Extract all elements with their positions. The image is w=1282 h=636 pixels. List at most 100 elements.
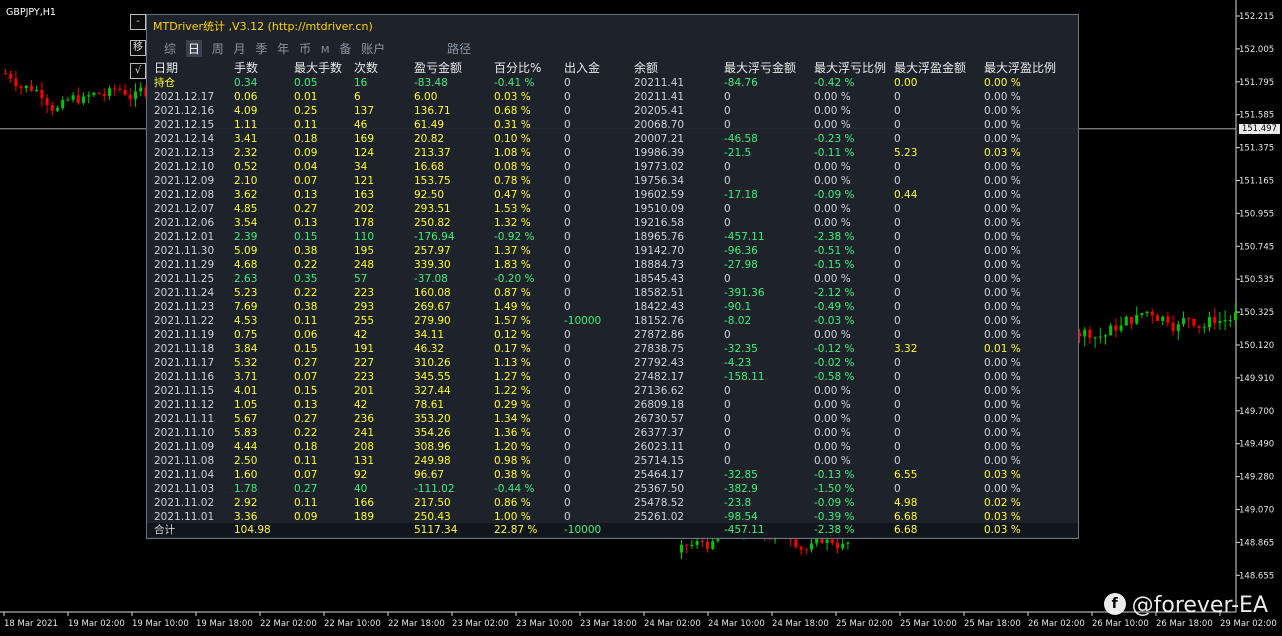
table-cell: 241	[354, 427, 375, 439]
minimize-button[interactable]: -	[130, 14, 146, 30]
time-tick-label: 25 Mar 18:00	[964, 619, 1021, 629]
table-cell: 0	[564, 245, 571, 257]
candle-body	[56, 108, 59, 111]
table-cell: 2.92	[234, 497, 258, 509]
column-header[interactable]: 最大手数	[294, 61, 342, 76]
column-header[interactable]: 日期	[154, 61, 178, 76]
table-cell: 2021.11.08	[154, 455, 215, 467]
time-tick-label: 22 Mar 02:00	[260, 619, 317, 629]
table-cell: 3.71	[234, 371, 258, 383]
column-header[interactable]: 盈亏金额	[414, 61, 462, 76]
table-cell: 1.22 %	[494, 385, 531, 397]
table-cell: 2021.12.15	[154, 119, 215, 131]
table-cell: 0	[724, 203, 731, 215]
table-cell: 0	[894, 245, 901, 257]
candle-body	[128, 94, 132, 100]
tab-quarter[interactable]: 季	[255, 40, 267, 57]
table-cell: 25367.50	[634, 483, 685, 495]
tab-year[interactable]: 年	[277, 40, 289, 57]
table-cell: -0.09 %	[814, 497, 855, 509]
table-cell: 0.00 %	[984, 287, 1021, 299]
table-cell: 0.07	[294, 175, 318, 187]
candle-body	[690, 544, 694, 546]
column-header[interactable]: 次数	[354, 61, 378, 76]
candle-body	[1197, 325, 1201, 328]
brand-logo-icon: f	[1103, 593, 1126, 615]
table-cell: 2.39	[234, 231, 258, 243]
tab-week[interactable]: 周	[212, 40, 224, 57]
table-cell: 0.25	[294, 105, 318, 117]
move-button[interactable]: 移	[130, 40, 146, 56]
column-header[interactable]: 出入金	[564, 61, 600, 76]
table-cell: 0.15	[294, 343, 318, 355]
table-cell: 0	[564, 273, 571, 285]
table-cell: 0	[894, 231, 901, 243]
table-cell: 2021.12.14	[154, 133, 215, 145]
table-cell: 0.00 %	[984, 399, 1021, 411]
tab-backup[interactable]: 备	[339, 40, 351, 57]
table-cell: 0.00 %	[984, 371, 1021, 383]
tab-summary[interactable]: 综	[164, 40, 176, 57]
tab-month[interactable]: 月	[234, 40, 246, 57]
table-cell: 0.22	[294, 259, 318, 271]
price-tick-label: 151.165	[1239, 177, 1274, 187]
price-tick-label: 152.215	[1239, 12, 1274, 22]
tab-account[interactable]: 账户	[361, 40, 385, 57]
table-cell: 0.75	[234, 329, 258, 341]
table-cell: 110	[354, 231, 375, 243]
table-cell: 250.82	[414, 217, 451, 229]
table-cell: 2021.11.01	[154, 511, 215, 523]
check-button[interactable]: √	[130, 63, 146, 79]
table-cell: 96.67	[414, 469, 445, 481]
table-cell: 0.00 %	[984, 105, 1021, 117]
column-header[interactable]: 最大浮盈比例	[984, 61, 1056, 76]
watermark-text: @forever-EA	[1131, 593, 1268, 618]
table-cell: -0.13 %	[814, 469, 855, 481]
candle-body	[1192, 318, 1196, 326]
time-tick-label: 24 Mar 02:00	[644, 619, 701, 629]
table-cell: 353.20	[414, 413, 451, 425]
table-cell: 0	[724, 427, 731, 439]
table-cell: 16.68	[414, 161, 445, 173]
time-tick-label: 23 Mar 10:00	[516, 619, 573, 629]
candle-body	[134, 91, 137, 100]
table-cell: 2021.11.23	[154, 301, 215, 313]
table-cell: -84.76	[724, 77, 758, 89]
tab-currency[interactable]: 币	[299, 40, 311, 57]
column-header[interactable]: 最大浮亏金额	[724, 61, 796, 76]
table-cell: 2021.11.19	[154, 329, 215, 341]
tab-path[interactable]: 路径	[447, 40, 471, 57]
table-cell: 0.00 %	[984, 441, 1021, 453]
table-cell: 0.07	[294, 371, 318, 383]
table-cell: 18545.43	[634, 273, 685, 285]
candle-body	[1140, 313, 1144, 316]
table-cell: 0	[894, 217, 901, 229]
candle-body	[711, 541, 715, 549]
column-header[interactable]: 余额	[634, 61, 658, 76]
tab-day[interactable]: 日	[185, 40, 202, 57]
table-cell: 2021.12.08	[154, 189, 215, 201]
candle-body	[1223, 320, 1227, 322]
table-cell: 2021.11.04	[154, 469, 215, 481]
table-cell: 19756.34	[634, 175, 685, 187]
time-tick-label: 26 Mar 02:00	[1028, 619, 1085, 629]
table-cell: 0	[564, 231, 571, 243]
table-cell: 2021.11.29	[154, 259, 215, 271]
table-cell: -457.11	[724, 231, 765, 243]
tab-m[interactable]: M	[321, 45, 330, 56]
time-tick-label: 24 Mar 10:00	[708, 619, 765, 629]
table-cell: 1.49 %	[494, 301, 531, 313]
table-cell: 201	[354, 385, 375, 397]
total-cell: 合计	[154, 524, 175, 536]
table-cell: 25261.02	[634, 511, 685, 523]
table-cell: 0.12 %	[494, 329, 531, 341]
column-header[interactable]: 手数	[234, 61, 258, 76]
table-cell: 0	[894, 91, 901, 103]
candle-body	[1104, 335, 1107, 337]
price-tick-label: 149.700	[1239, 407, 1274, 417]
column-header[interactable]: 最大浮盈金额	[894, 61, 966, 76]
table-cell: 0	[894, 357, 901, 369]
column-header[interactable]: 最大浮亏比例	[814, 61, 886, 76]
table-cell: 6.68	[894, 511, 918, 523]
column-header[interactable]: 百分比%	[494, 61, 541, 76]
